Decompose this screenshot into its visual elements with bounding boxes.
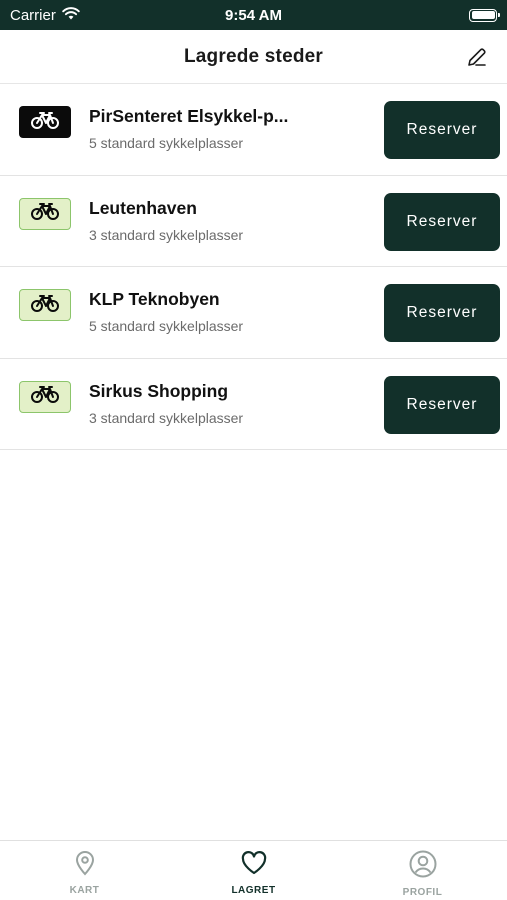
status-right: [357, 8, 500, 22]
tab-label: KART: [69, 885, 100, 896]
reserve-button[interactable]: Reserver: [384, 284, 500, 342]
location-row[interactable]: KLP Teknobyen 5 standard sykkelplasser R…: [0, 267, 507, 359]
tab-label: PROFIL: [402, 887, 443, 898]
location-row[interactable]: Leutenhaven 3 standard sykkelplasser Res…: [0, 176, 507, 267]
location-name: Sirkus Shopping: [89, 380, 229, 401]
location-name: Leutenhaven: [89, 197, 197, 218]
page-title: Lagrede steder: [183, 45, 324, 67]
reserve-button[interactable]: Reserver: [384, 192, 500, 251]
profile-icon: [409, 850, 437, 883]
map-pin-icon: [74, 850, 96, 881]
location-text: Leutenhaven 3 standard sykkelplasser: [89, 198, 369, 243]
saved-locations-list: PirSenteret Elsykkel-p... 5 standard syk…: [0, 84, 507, 450]
status-bar: Carrier 9:54 AM: [0, 0, 507, 30]
wifi-icon: [62, 6, 80, 24]
pencil-icon: [468, 48, 486, 66]
location-text: KLP Teknobyen 5 standard sykkelplasser: [89, 289, 369, 334]
location-name: KLP Teknobyen: [89, 289, 220, 309]
heart-icon: [240, 850, 268, 881]
location-capacity: 3 standard sykkelplasser: [89, 226, 244, 243]
tab-bar: KART LAGRET PROFIL: [0, 840, 507, 900]
bicycle-icon: [30, 110, 60, 135]
status-time: 9:54 AM: [225, 6, 282, 24]
tab-lagret[interactable]: LAGRET: [169, 841, 338, 896]
location-row[interactable]: PirSenteret Elsykkel-p... 5 standard syk…: [0, 84, 507, 176]
tab-label: LAGRET: [231, 885, 276, 896]
bike-parking-badge: [19, 289, 71, 321]
bike-parking-badge: [19, 106, 71, 138]
reserve-button[interactable]: Reserver: [384, 375, 500, 434]
nav-bar: Lagrede steder: [0, 30, 507, 84]
tab-kart[interactable]: KART: [0, 841, 169, 896]
location-row[interactable]: Sirkus Shopping 3 standard sykkelplasser…: [0, 359, 507, 450]
carrier-label: Carrier: [10, 6, 56, 24]
location-name: PirSenteret Elsykkel-p...: [89, 106, 289, 126]
location-capacity: 3 standard sykkelplasser: [89, 409, 244, 426]
bicycle-icon: [30, 201, 60, 226]
reserve-button[interactable]: Reserver: [384, 101, 500, 159]
edit-button[interactable]: [465, 45, 489, 69]
bicycle-icon: [30, 293, 60, 318]
battery-icon: [469, 8, 500, 22]
location-text: PirSenteret Elsykkel-p... 5 standard syk…: [89, 106, 369, 151]
tab-profil[interactable]: PROFIL: [338, 841, 507, 898]
bike-parking-badge: [19, 380, 71, 413]
location-capacity: 5 standard sykkelplasser: [89, 135, 244, 151]
location-capacity: 5 standard sykkelplasser: [89, 318, 244, 334]
location-text: Sirkus Shopping 3 standard sykkelplasser: [89, 381, 369, 426]
status-left: Carrier: [10, 7, 150, 24]
bike-parking-badge: [19, 197, 71, 230]
bicycle-icon: [30, 384, 60, 409]
